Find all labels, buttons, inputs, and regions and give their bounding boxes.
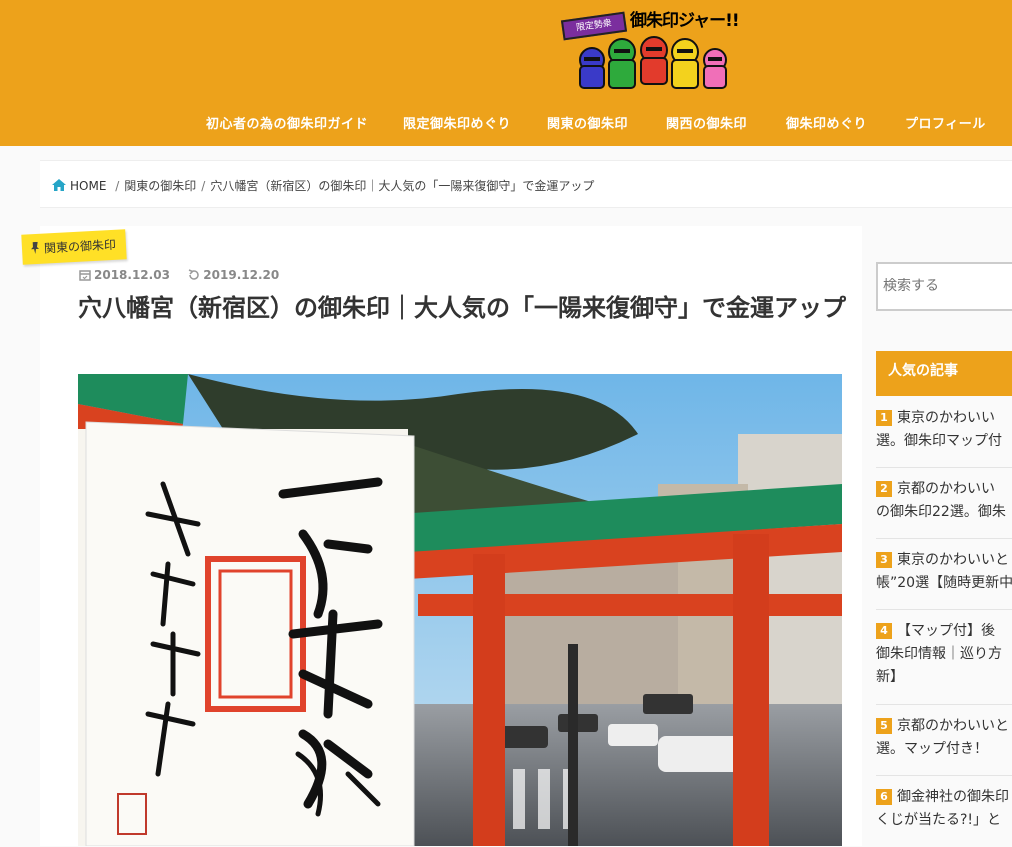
post-dates: 2018.12.03 2019.12.20: [79, 268, 279, 282]
popular-post-4[interactable]: 4 【マップ付】後 御朱印情報｜巡り方 新】: [876, 610, 1012, 705]
breadcrumb-home-label: HOME: [70, 179, 107, 193]
rank-number: 5: [876, 718, 892, 734]
popular-post-5[interactable]: 5 京都のかわいいと 選。マップ付き！: [876, 705, 1012, 776]
hero-image: [78, 374, 842, 846]
breadcrumb-home[interactable]: HOME: [52, 179, 110, 193]
hero-photo-illustration: [78, 374, 842, 846]
popular-posts-list: 1 東京のかわいい 選。御朱印マップ付 2 京都のかわいい の御朱印22選。御朱 3…: [876, 404, 1012, 847]
popular-posts-title: 人気の記事: [876, 351, 1012, 396]
update-icon: [189, 269, 200, 280]
popular-post-text: 【マップ付】後: [897, 623, 995, 639]
sidebar-search: [876, 262, 1012, 311]
popular-post-text: 帳”20選【随時更新中: [876, 575, 1012, 591]
breadcrumb: HOME / 関東の御朱印 / 穴八幡宮（新宿区）の御朱印｜大人気の「一陽来復御守」で…: [52, 177, 594, 194]
pin-icon: [31, 241, 40, 255]
popular-post-text: 選。マップ付き！: [876, 741, 988, 757]
search-input[interactable]: [883, 278, 1012, 294]
main-nav: 初心者の為の御朱印ガイド 限定御朱印めぐり 関東の御朱印 関西の御朱印 御朱印め…: [0, 113, 1012, 133]
published-date: 2018.12.03: [94, 268, 170, 282]
calendar-icon: [79, 270, 91, 281]
popular-post-3[interactable]: 3 東京のかわいいと 帳”20選【随時更新中: [876, 539, 1012, 610]
nav-item-beginners-guide[interactable]: 初心者の為の御朱印ガイド: [206, 113, 368, 132]
article-title: 穴八幡宮（新宿区）の御朱印｜大人気の「一陽来復御守」で金運アップ: [78, 294, 846, 322]
popular-post-text: 新】: [876, 669, 904, 685]
rank-number: 4: [876, 623, 892, 639]
category-badge[interactable]: 関東の御朱印: [21, 229, 127, 265]
site-logo[interactable]: 限定勢衆 御朱印ジャー!!: [560, 2, 750, 94]
breadcrumb-separator: /: [115, 179, 120, 193]
nav-item-limited-goshuin[interactable]: 限定御朱印めぐり: [403, 113, 511, 132]
nav-item-goshuin-tour[interactable]: 御朱印めぐり: [786, 113, 867, 132]
popular-post-text: 京都のかわいいと: [897, 718, 1009, 734]
home-icon: [52, 179, 66, 191]
breadcrumb-current: 穴八幡宮（新宿区）の御朱印｜大人気の「一陽来復御守」で金運アップ: [210, 179, 595, 193]
popular-post-text: 選。御朱印マップ付: [876, 433, 1002, 449]
popular-post-text: 京都のかわいい: [897, 481, 995, 497]
nav-item-profile[interactable]: プロフィール: [905, 113, 986, 132]
nav-item-kansai[interactable]: 関西の御朱印: [666, 113, 747, 132]
rank-number: 3: [876, 552, 892, 568]
popular-post-text: 御朱印情報｜巡り方: [876, 646, 1002, 662]
site-header: 限定勢衆 御朱印ジャー!! 初心者の為の御朱印ガイド 限定御朱印めぐり 関東の御…: [0, 0, 1012, 146]
breadcrumb-bar: HOME / 関東の御朱印 / 穴八幡宮（新宿区）の御朱印｜大人気の「一陽来復御守」で…: [40, 160, 1012, 208]
popular-post-2[interactable]: 2 京都のかわいい の御朱印22選。御朱: [876, 468, 1012, 539]
logo-rangers-illustration: [579, 36, 727, 89]
rank-number: 2: [876, 481, 892, 497]
popular-post-text: の御朱印22選。御朱: [876, 504, 1006, 520]
updated-date: 2019.12.20: [203, 268, 280, 282]
rank-number: 6: [876, 789, 892, 805]
popular-post-text: 御金神社の御朱印: [897, 789, 1009, 805]
nav-item-kanto[interactable]: 関東の御朱印: [547, 113, 628, 132]
popular-post-text: 東京のかわいい: [897, 410, 995, 426]
popular-post-6[interactable]: 6 御金神社の御朱印 くじが当たる?!」と: [876, 776, 1012, 847]
popular-post-1[interactable]: 1 東京のかわいい 選。御朱印マップ付: [876, 404, 1012, 468]
breadcrumb-category[interactable]: 関東の御朱印: [124, 179, 196, 193]
popular-post-text: 東京のかわいいと: [897, 552, 1009, 568]
popular-post-text: くじが当たる?!」と: [876, 812, 1002, 828]
category-badge-label: 関東の御朱印: [43, 237, 117, 256]
breadcrumb-separator: /: [201, 179, 206, 193]
rank-number: 1: [876, 410, 892, 426]
